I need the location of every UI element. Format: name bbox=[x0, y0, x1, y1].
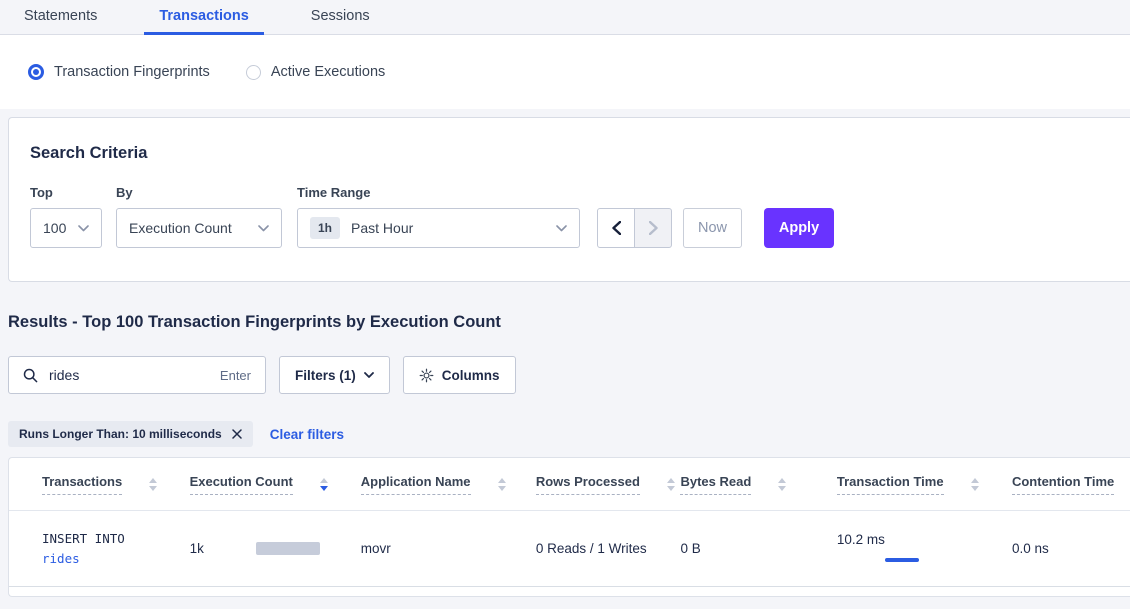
results-table-card: Transactions Execution Count Application… bbox=[8, 457, 1130, 597]
bytes-read-cell: 0 B bbox=[680, 541, 836, 556]
transactions-page: Statements Transactions Sessions Transac… bbox=[0, 0, 1130, 609]
top-label: Top bbox=[30, 185, 102, 200]
close-icon[interactable] bbox=[232, 429, 242, 439]
view-toggle: Transaction Fingerprints Active Executio… bbox=[0, 35, 1130, 109]
tab-sessions[interactable]: Sessions bbox=[296, 0, 385, 35]
time-range-value: Past Hour bbox=[351, 220, 413, 236]
tab-statements[interactable]: Statements bbox=[9, 0, 112, 35]
column-header-bytes-read[interactable]: Bytes Read bbox=[680, 474, 836, 495]
by-control: By Execution Count bbox=[116, 185, 282, 248]
time-range-control: Time Range 1h Past Hour bbox=[297, 185, 580, 248]
sort-icon[interactable] bbox=[149, 478, 157, 491]
column-header-transaction-time[interactable]: Transaction Time bbox=[837, 474, 1012, 495]
chevron-right-icon bbox=[649, 221, 658, 235]
time-next-button[interactable] bbox=[634, 208, 672, 248]
radio-transaction-fingerprints[interactable]: Transaction Fingerprints bbox=[28, 64, 210, 80]
radio-selected-icon bbox=[28, 64, 44, 80]
execution-count-bar bbox=[256, 542, 320, 555]
search-input[interactable]: rides Enter bbox=[8, 356, 266, 394]
table-header-row: Transactions Execution Count Application… bbox=[9, 458, 1130, 511]
filters-button-label: Filters (1) bbox=[295, 368, 356, 383]
search-criteria-controls: Top 100 By Execution Count Time Range 1h… bbox=[30, 185, 1130, 248]
column-header-execution-count[interactable]: Execution Count bbox=[190, 474, 361, 495]
execution-count-cell: 1k bbox=[190, 541, 361, 556]
radio-label: Transaction Fingerprints bbox=[54, 64, 210, 80]
by-select-value: Execution Count bbox=[129, 220, 232, 236]
top-select-value: 100 bbox=[43, 220, 66, 236]
statement-text: INSERT INTO bbox=[42, 529, 190, 549]
chevron-down-icon bbox=[78, 225, 89, 232]
active-filters-row: Runs Longer Than: 10 milliseconds Clear … bbox=[8, 421, 1130, 447]
search-criteria-card: Search Criteria Top 100 By Execution Cou… bbox=[8, 117, 1130, 282]
sort-icon[interactable] bbox=[498, 478, 506, 491]
by-select[interactable]: Execution Count bbox=[116, 208, 282, 248]
tab-bar: Statements Transactions Sessions bbox=[0, 0, 1130, 35]
columns-button[interactable]: Columns bbox=[403, 356, 516, 394]
transaction-link[interactable]: rides bbox=[42, 549, 190, 569]
now-button[interactable]: Now bbox=[683, 208, 742, 248]
time-range-badge: 1h bbox=[310, 217, 340, 239]
radio-active-executions[interactable]: Active Executions bbox=[246, 64, 385, 80]
results-heading: Results - Top 100 Transaction Fingerprin… bbox=[8, 313, 1130, 332]
search-input-value: rides bbox=[49, 367, 79, 383]
time-prev-button[interactable] bbox=[597, 208, 635, 248]
clear-filters-link[interactable]: Clear filters bbox=[270, 427, 344, 442]
search-icon bbox=[23, 368, 38, 383]
sort-desc-icon[interactable] bbox=[320, 478, 328, 491]
column-header-transactions[interactable]: Transactions bbox=[42, 474, 190, 495]
filter-chip: Runs Longer Than: 10 milliseconds bbox=[8, 421, 253, 447]
execution-count-value: 1k bbox=[190, 541, 204, 556]
transaction-time-value: 10.2 ms bbox=[837, 532, 1012, 547]
column-header-rows-processed[interactable]: Rows Processed bbox=[536, 474, 681, 495]
time-window-arrows bbox=[597, 208, 672, 248]
sort-icon[interactable] bbox=[667, 478, 675, 491]
top-select[interactable]: 100 bbox=[30, 208, 102, 248]
chevron-down-icon bbox=[556, 225, 567, 232]
rows-processed-cell: 0 Reads / 1 Writes bbox=[536, 541, 681, 556]
gear-icon bbox=[419, 368, 434, 383]
table-row[interactable]: INSERT INTO rides 1k movr 0 Reads / 1 Wr… bbox=[9, 511, 1130, 587]
time-range-label: Time Range bbox=[297, 185, 580, 200]
search-enter-hint: Enter bbox=[220, 368, 251, 383]
transaction-fingerprint-cell: INSERT INTO rides bbox=[42, 529, 190, 569]
application-name-cell: movr bbox=[361, 541, 536, 556]
apply-button[interactable]: Apply bbox=[764, 208, 834, 248]
column-header-application-name[interactable]: Application Name bbox=[361, 474, 536, 495]
search-criteria-title: Search Criteria bbox=[30, 144, 1130, 163]
radio-label: Active Executions bbox=[271, 64, 385, 80]
transaction-time-cell: 10.2 ms bbox=[837, 532, 1012, 566]
chevron-down-icon bbox=[258, 225, 269, 232]
results-toolbar: rides Enter Filters (1) Columns bbox=[8, 356, 1130, 394]
sort-icon[interactable] bbox=[778, 478, 786, 491]
sort-icon[interactable] bbox=[971, 478, 979, 491]
transaction-time-bar bbox=[837, 553, 929, 566]
by-label: By bbox=[116, 185, 282, 200]
filter-chip-label: Runs Longer Than: 10 milliseconds bbox=[19, 427, 222, 441]
top-control: Top 100 bbox=[30, 185, 102, 248]
tab-transactions[interactable]: Transactions bbox=[144, 0, 263, 35]
contention-time-cell: 0.0 ns bbox=[1012, 541, 1130, 556]
chevron-left-icon bbox=[612, 221, 621, 235]
chevron-down-icon bbox=[364, 372, 374, 378]
filters-button[interactable]: Filters (1) bbox=[279, 356, 390, 394]
column-header-contention-time[interactable]: Contention Time bbox=[1012, 474, 1130, 495]
time-range-select[interactable]: 1h Past Hour bbox=[297, 208, 580, 248]
radio-unselected-icon bbox=[246, 65, 261, 80]
columns-button-label: Columns bbox=[442, 368, 500, 383]
